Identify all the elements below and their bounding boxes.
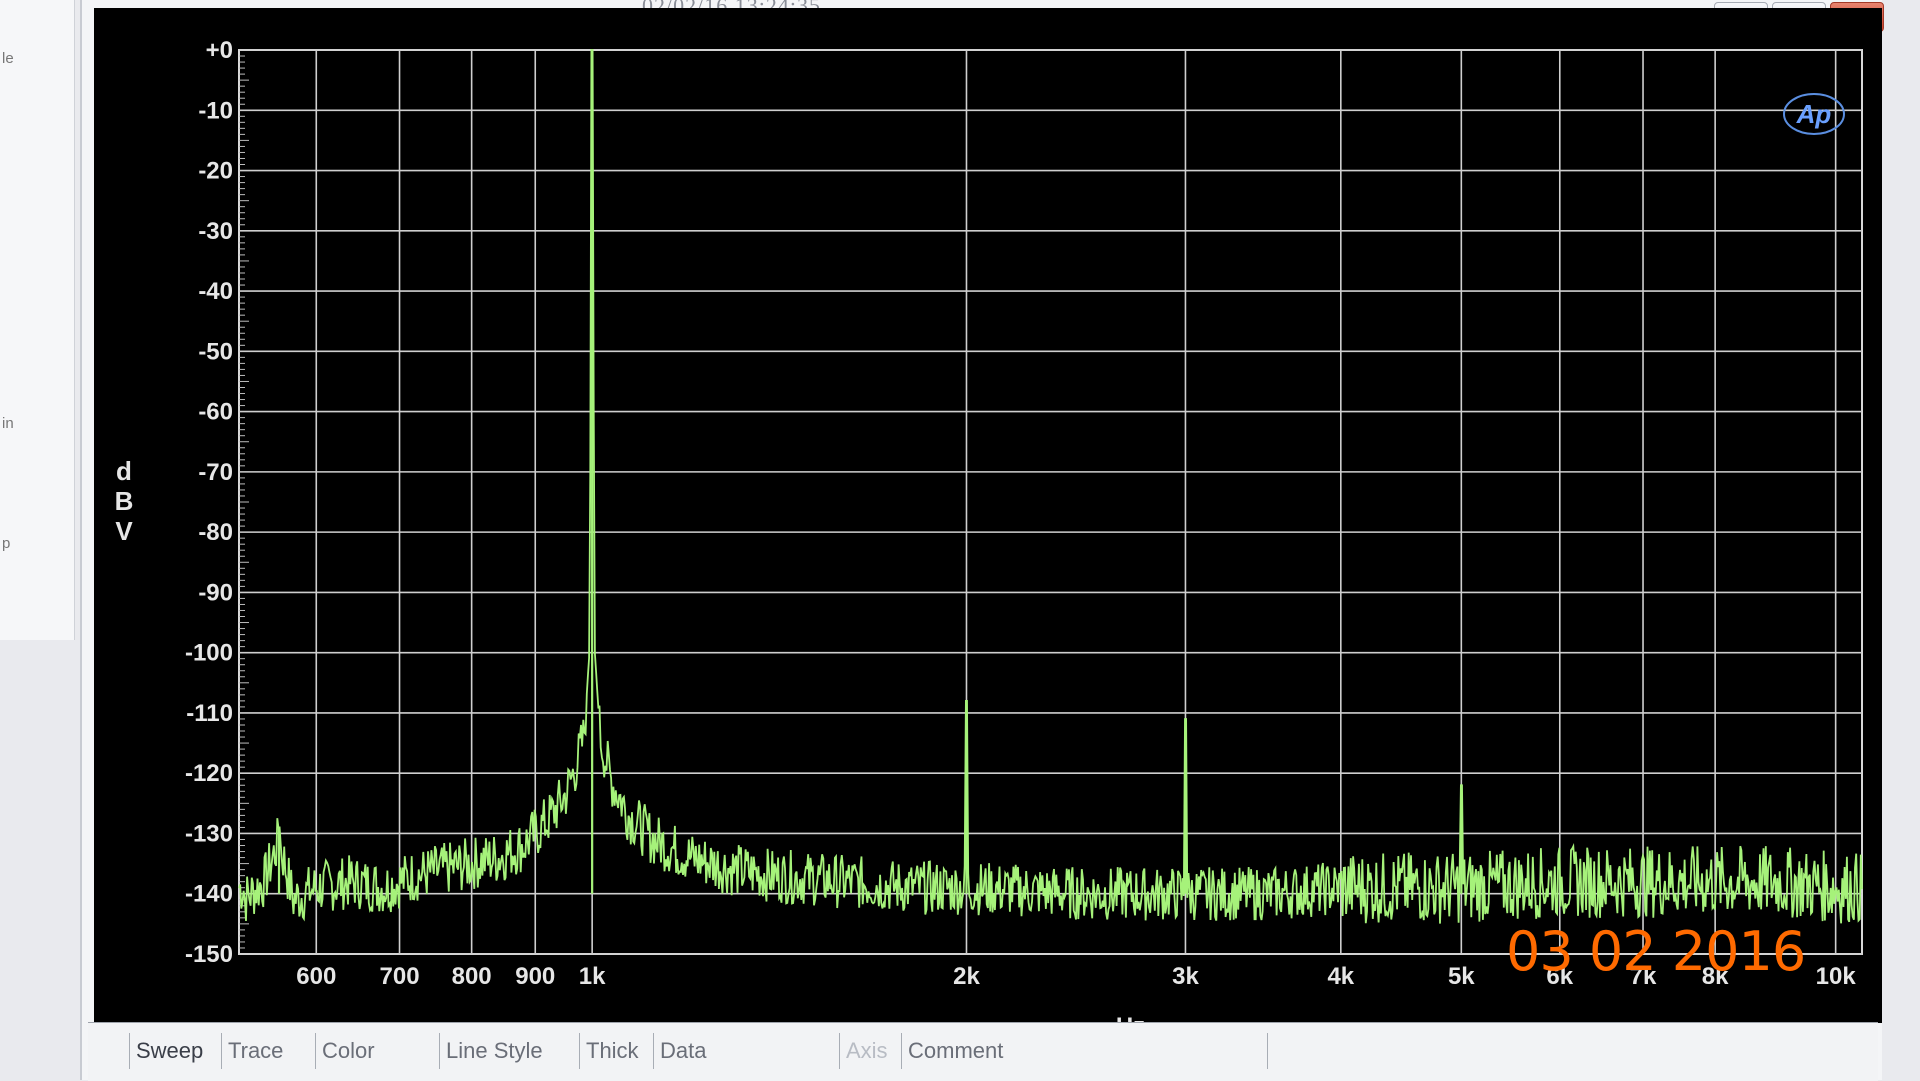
x-tick-label: 1k <box>579 963 606 990</box>
y-tick-label: -100 <box>185 640 233 667</box>
y-tick-label: -30 <box>198 218 233 245</box>
spectrum-trace <box>238 49 1863 924</box>
camera-datestamp: 03 02 2016 <box>1506 920 1806 983</box>
left-panel-label: p <box>2 535 11 552</box>
left-panel-label: in <box>2 415 14 432</box>
y-axis-label: B <box>115 486 134 516</box>
x-tick-label: 600 <box>296 963 336 990</box>
y-tick-label: -90 <box>198 579 233 606</box>
spectrum-graph: +0 -10 -20 -30 -40 -50 -60 -70 -80 -90 -100 -110 -12… <box>94 8 1882 1023</box>
x-tick-label: 800 <box>452 963 492 990</box>
y-tick-label: -130 <box>185 820 233 847</box>
y-tick-label: -120 <box>185 760 233 787</box>
y-tick-label: -10 <box>198 97 233 124</box>
trace-table: Sweep Trace Color Line Style Thick Data … <box>88 1022 1878 1081</box>
y-tick-label: +0 <box>206 37 233 64</box>
plot-frame <box>238 49 1863 955</box>
col-trace[interactable]: Trace <box>222 1033 316 1069</box>
y-tick-label: -20 <box>198 158 233 185</box>
y-axis-label: V <box>115 516 133 546</box>
y-tick-label: -140 <box>185 881 233 908</box>
y-tick-label: -80 <box>198 519 233 546</box>
y-tick-label: -40 <box>198 278 233 305</box>
col-sweep[interactable]: Sweep <box>130 1033 222 1069</box>
col-color[interactable]: Color <box>316 1033 440 1069</box>
left-panel-label: le <box>2 50 14 67</box>
y-axis-label: d <box>116 456 132 486</box>
x-tick-label: 10k <box>1816 963 1857 990</box>
x-tick-label: 4k <box>1327 963 1354 990</box>
ap-logo-text: Ap <box>1796 99 1832 129</box>
x-tick-label: 5k <box>1448 963 1475 990</box>
graph-window: 02/02/16 13:24:35 – ▢ ✕ +0-10-20-30-40-5… <box>80 0 1884 1080</box>
x-tick-label: 700 <box>380 963 420 990</box>
y-tick-label: -70 <box>198 459 233 486</box>
col-comment[interactable]: Comment <box>902 1033 1268 1069</box>
x-tick-label: 3k <box>1172 963 1199 990</box>
x-tick-label: 900 <box>515 963 555 990</box>
col-data[interactable]: Data <box>654 1033 840 1069</box>
y-tick-label: -150 <box>185 941 233 968</box>
left-panel: le in p <box>0 0 75 640</box>
y-tick-label: -60 <box>198 399 233 426</box>
y-tick-label: -50 <box>198 338 233 365</box>
col-axis[interactable]: Axis <box>840 1033 902 1069</box>
x-tick-label: 2k <box>953 963 980 990</box>
table-row-selector[interactable] <box>88 1033 130 1069</box>
col-thick[interactable]: Thick <box>580 1033 654 1069</box>
y-tick-label: -110 <box>186 700 233 727</box>
col-line-style[interactable]: Line Style <box>440 1033 580 1069</box>
spectrum-chart: +0 -10 -20 -30 -40 -50 -60 -70 -80 -90 -100 -110 -12… <box>115 37 1863 1023</box>
